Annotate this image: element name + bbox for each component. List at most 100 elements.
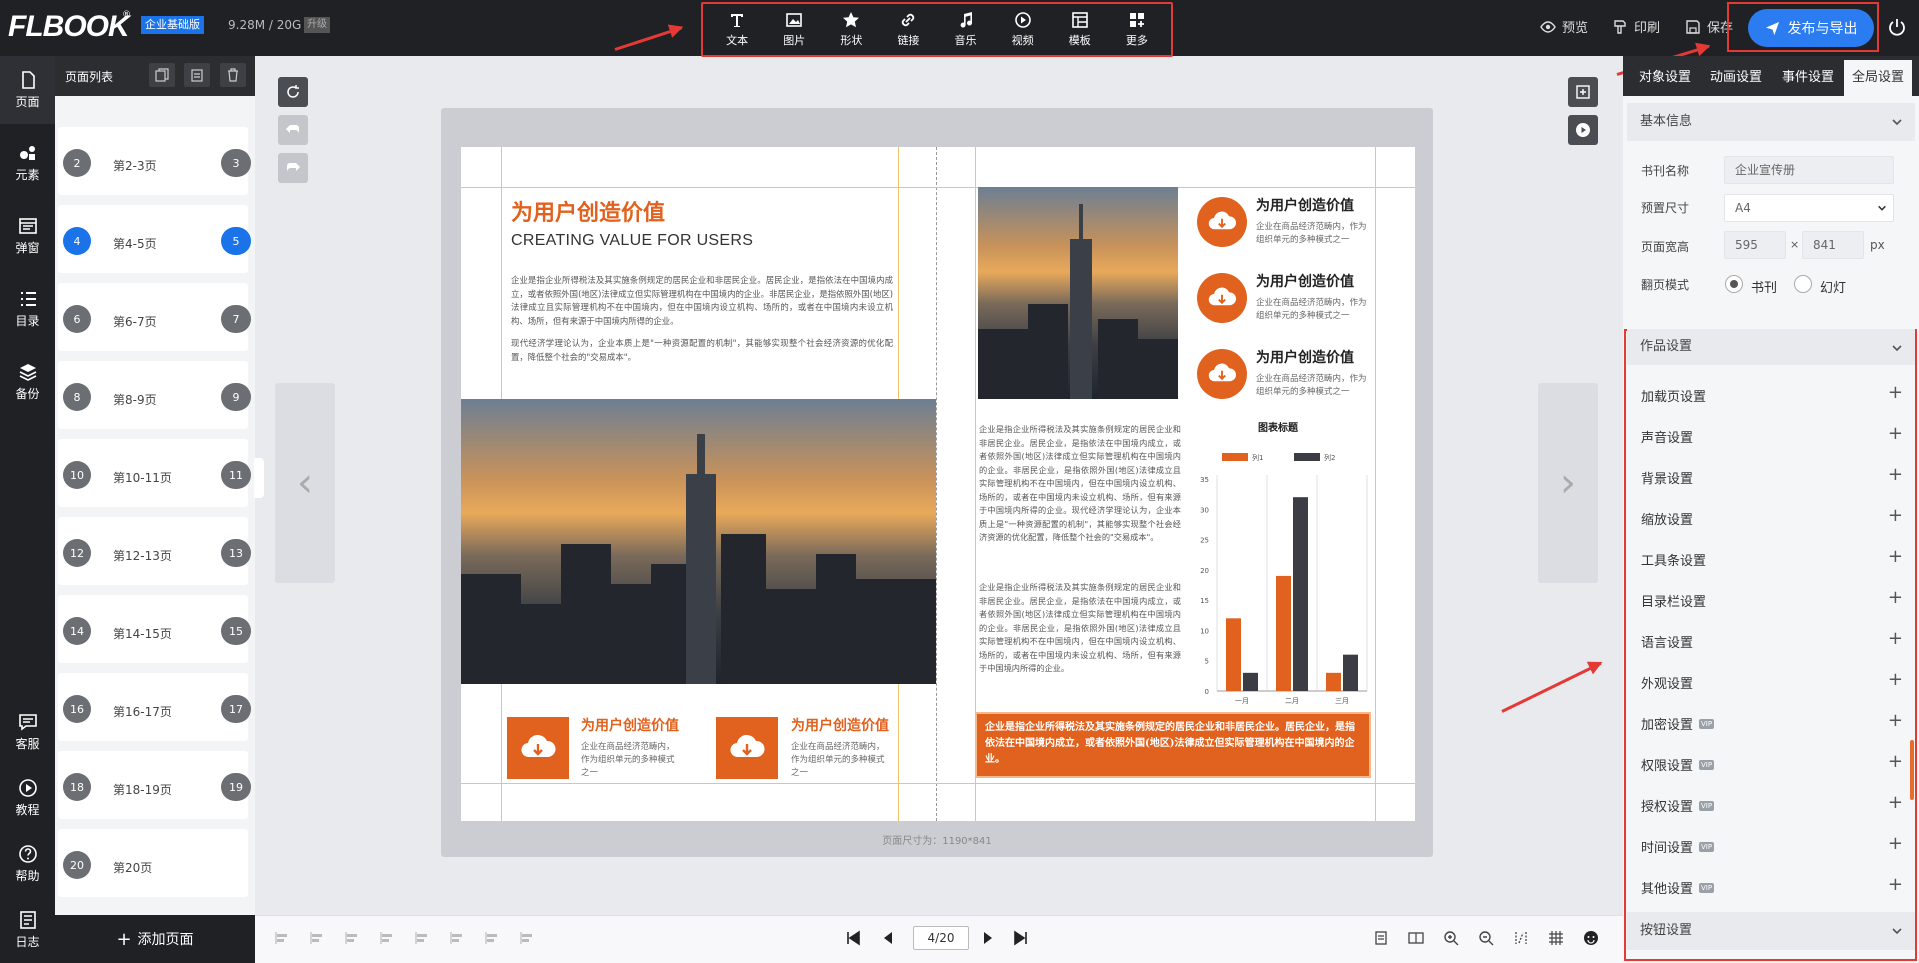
city-tower-photo[interactable] [978, 187, 1178, 399]
tool-shape[interactable]: 形状 [828, 11, 874, 48]
paste-page-button[interactable] [184, 63, 210, 87]
setting-row[interactable]: 加密设置 VIP + [1641, 710, 1903, 733]
tool-text[interactable]: 文本 [714, 11, 760, 48]
nav-service[interactable]: 客服 [0, 712, 55, 752]
page-row[interactable]: 14 第14-15页 15 [58, 595, 251, 663]
bar-1-3[interactable] [1326, 672, 1341, 691]
feature-title[interactable]: 为用户创造价值 [1256, 271, 1354, 291]
collapse-panel-handle[interactable] [254, 458, 264, 498]
feature-title[interactable]: 为用户创造价值 [1256, 347, 1354, 367]
align-bottom-icon[interactable] [449, 930, 465, 946]
undo-button[interactable] [278, 115, 308, 145]
redo-button[interactable] [278, 153, 308, 183]
expand-plus-icon[interactable]: + [1888, 710, 1903, 731]
setting-row[interactable]: 时间设置 VIP + [1641, 833, 1903, 856]
distribute-h-icon[interactable] [484, 930, 500, 946]
setting-row[interactable]: 缩放设置 + [1641, 505, 1903, 528]
flip-book-radio[interactable] [1725, 275, 1743, 293]
setting-row[interactable]: 权限设置 VIP + [1641, 751, 1903, 774]
page-height-input[interactable]: 841 [1802, 231, 1864, 259]
page-number-input[interactable]: 4/20 [913, 926, 969, 950]
tool-video[interactable]: 视频 [1000, 11, 1046, 48]
grid-icon[interactable] [1548, 930, 1564, 946]
left-heading[interactable]: 为用户创造价值 [511, 195, 665, 227]
bar-1-2[interactable] [1276, 575, 1291, 691]
reset-button[interactable] [278, 77, 308, 107]
flip-slide-radio[interactable] [1794, 275, 1812, 293]
expand-plus-icon[interactable]: + [1888, 587, 1903, 608]
align-middle-icon[interactable] [414, 930, 430, 946]
page-row[interactable]: 20 第20页 [58, 829, 248, 897]
bar-1-1[interactable] [1226, 618, 1241, 691]
delete-page-button[interactable] [220, 63, 246, 87]
tab-animation-settings[interactable]: 动画设置 [1700, 56, 1772, 96]
nav-tutorial[interactable]: 教程 [0, 778, 55, 818]
spread-view-icon[interactable] [1408, 930, 1424, 946]
print-button[interactable]: 印刷 [1612, 17, 1660, 36]
page-row[interactable]: 12 第12-13页 13 [58, 517, 251, 585]
feature-title[interactable]: 为用户创造价值 [581, 715, 679, 735]
panel-scrollbar[interactable] [1910, 740, 1914, 800]
nav-log[interactable]: 日志 [0, 910, 55, 950]
expand-plus-icon[interactable]: + [1888, 833, 1903, 854]
upgrade-button[interactable]: 升级 [304, 17, 330, 33]
bar-2-1[interactable] [1243, 672, 1258, 691]
left-paragraph[interactable]: 企业是指企业所得税法及其实施条例规定的居民企业和非居民企业。居民企业，是指依法在… [511, 274, 893, 328]
feature-text[interactable]: 企业在商品经济范畴内，作为组织单元的多种模式之一 [1256, 373, 1374, 399]
prev-page-arrow[interactable]: ‹ [275, 383, 335, 583]
feature-text[interactable]: 企业在商品经济范畴内，作为组织单元的多种模式之一 [1256, 297, 1374, 323]
expand-plus-icon[interactable]: + [1888, 423, 1903, 444]
zoom-in-icon[interactable] [1443, 930, 1459, 946]
emoji-icon[interactable] [1583, 930, 1599, 946]
cloud-download-circle[interactable] [1197, 197, 1247, 247]
nav-help[interactable]: 帮助 [0, 844, 55, 884]
tool-more[interactable]: 更多 [1114, 11, 1160, 48]
cloud-download-circle[interactable] [1197, 273, 1247, 323]
setting-row[interactable]: 目录栏设置 + [1641, 587, 1903, 610]
nav-popup[interactable]: 弹窗 [0, 216, 55, 256]
expand-plus-icon[interactable]: + [1888, 628, 1903, 649]
preview-button[interactable]: 预览 [1540, 17, 1588, 36]
page-row-active[interactable]: 4 第4-5页 5 [58, 205, 251, 273]
page-row[interactable]: 18 第18-19页 19 [58, 751, 251, 819]
tab-event-settings[interactable]: 事件设置 [1772, 56, 1844, 96]
expand-plus-icon[interactable]: + [1888, 874, 1903, 895]
right-paragraph-2[interactable]: 企业是指企业所得税法及其实施条例规定的居民企业和非居民企业。居民企业，是指依法在… [979, 581, 1181, 693]
play-preview-button[interactable] [1568, 115, 1598, 145]
cloud-download-circle[interactable] [1197, 349, 1247, 399]
setting-row[interactable]: 语言设置 + [1641, 628, 1903, 651]
setting-row[interactable]: 加载页设置 + [1641, 382, 1903, 405]
setting-row[interactable]: 授权设置 VIP + [1641, 792, 1903, 815]
highlight-text-box[interactable]: 企业是指企业所得税法及其实施条例规定的居民企业和非居民企业。居民企业，是指依法在… [975, 712, 1371, 778]
page-row[interactable]: 16 第16-17页 17 [58, 673, 251, 741]
tool-image[interactable]: 图片 [771, 11, 817, 48]
expand-plus-icon[interactable]: + [1888, 751, 1903, 772]
feature-text[interactable]: 企业在商品经济范畴内，作为组织单元的多种模式之一 [791, 741, 889, 780]
page-row[interactable]: 10 第10-11页 11 [58, 439, 251, 507]
setting-row[interactable]: 声音设置 + [1641, 423, 1903, 446]
bar-chart[interactable]: 图表标题 列1 列2 0 5 10 15 20 25 30 35 一月 二月 三月 [1183, 415, 1373, 707]
setting-row[interactable]: 工具条设置 + [1641, 546, 1903, 569]
cloud-download-box[interactable] [507, 717, 569, 779]
book-name-input[interactable]: 企业宣传册 [1724, 156, 1894, 184]
bar-2-3[interactable] [1343, 654, 1358, 691]
publish-export-button[interactable]: 发布与导出 [1748, 9, 1874, 47]
page-thumbnail-button[interactable] [1568, 77, 1598, 107]
guides-toggle-icon[interactable] [1513, 930, 1529, 946]
left-subheading[interactable]: CREATING VALUE FOR USERS [511, 232, 753, 250]
tab-global-settings[interactable]: 全局设置 [1844, 60, 1912, 96]
feature-title[interactable]: 为用户创造价值 [1256, 195, 1354, 215]
next-page-arrow[interactable]: › [1538, 383, 1598, 583]
duplicate-page-button[interactable] [149, 63, 175, 87]
nav-toc[interactable]: 目录 [0, 289, 55, 329]
book-spread[interactable]: 为用户创造价值 CREATING VALUE FOR USERS 企业是指企业所… [461, 147, 1415, 821]
left-paragraph-2[interactable]: 现代经济学理论认为，企业本质上是"一种资源配置的机制"，其能够实现整个社会经济资… [511, 337, 893, 364]
tool-music[interactable]: 音乐 [943, 11, 989, 48]
expand-plus-icon[interactable]: + [1888, 792, 1903, 813]
add-page-button[interactable]: + 添加页面 [55, 915, 255, 963]
next-page-icon[interactable] [980, 930, 996, 946]
align-center-h-icon[interactable] [309, 930, 325, 946]
first-page-icon[interactable] [845, 930, 861, 946]
setting-row[interactable]: 其他设置 VIP + [1641, 874, 1903, 897]
city-skyline-photo[interactable] [461, 399, 936, 684]
